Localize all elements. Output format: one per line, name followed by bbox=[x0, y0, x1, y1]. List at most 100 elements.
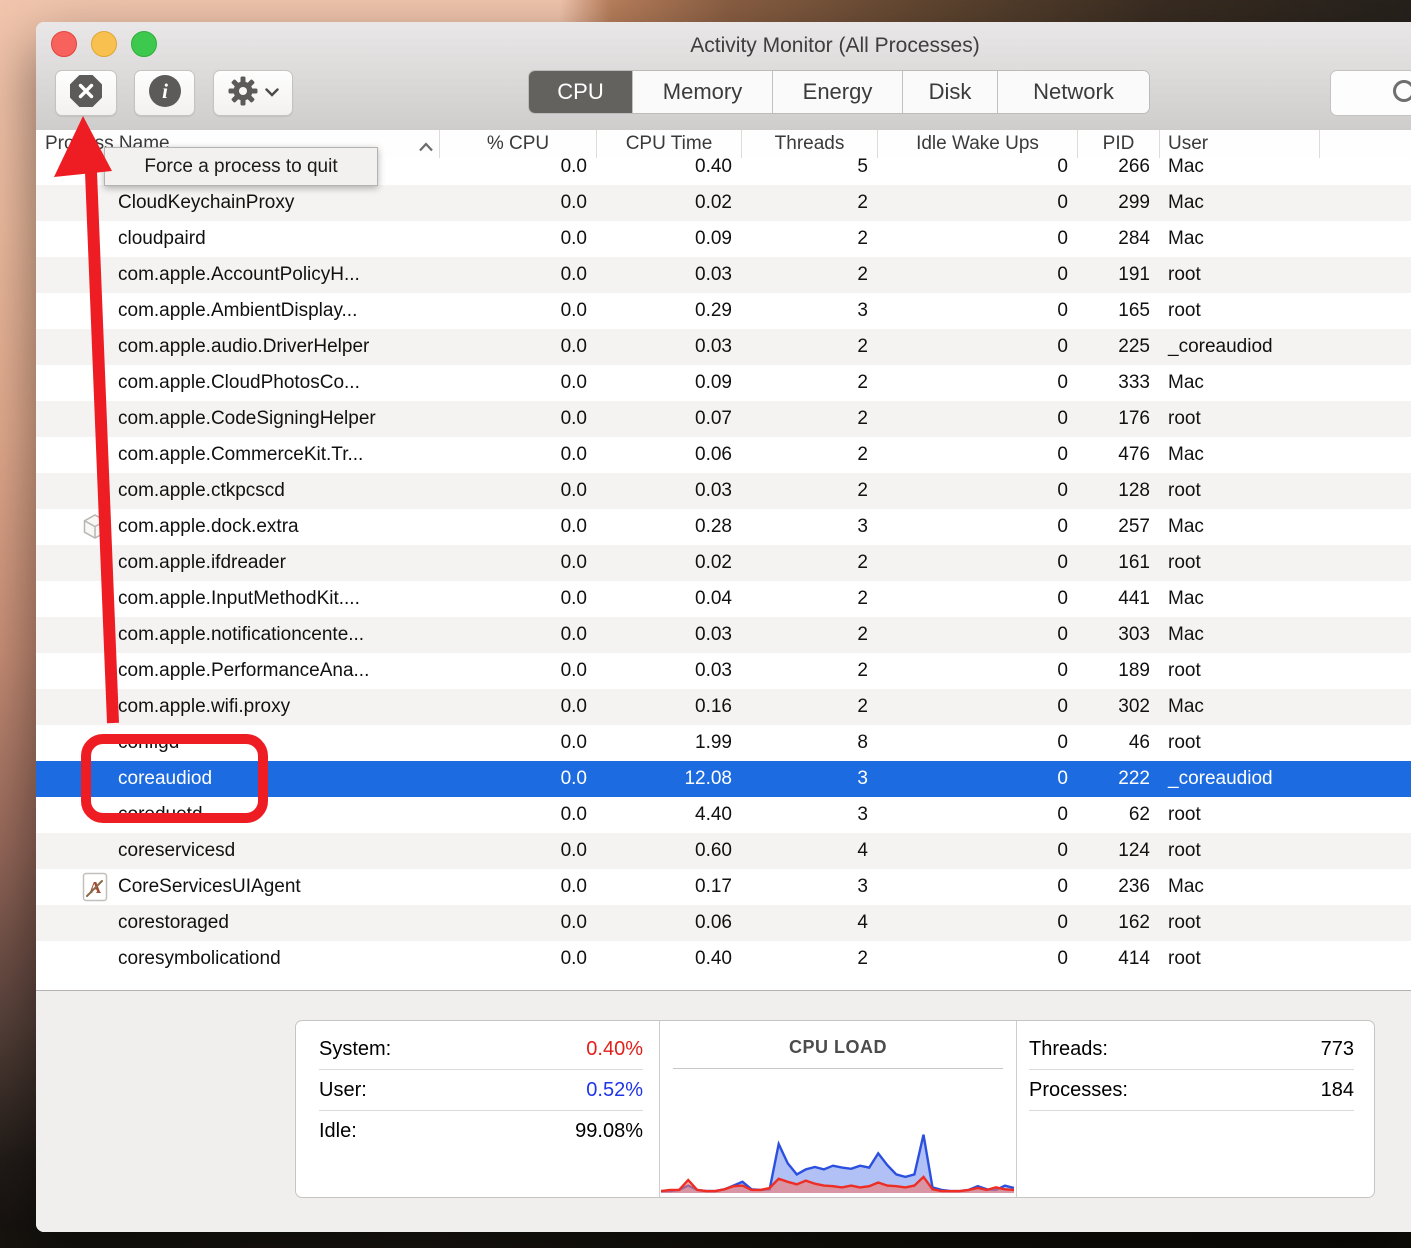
cell-user: root bbox=[1168, 293, 1201, 329]
cell-user: Mac bbox=[1168, 617, 1204, 653]
column-header-threads[interactable]: Threads bbox=[742, 130, 878, 158]
cell-cpu-percent: 0.0 bbox=[440, 293, 587, 329]
view-tabs: CPUMemoryEnergyDiskNetwork bbox=[528, 70, 1150, 114]
cell-user: root bbox=[1168, 941, 1201, 977]
force-quit-button[interactable] bbox=[55, 70, 117, 116]
table-row[interactable]: com.apple.wifi.proxy0.00.1620302Mac bbox=[36, 689, 1411, 725]
window-title: Activity Monitor (All Processes) bbox=[690, 34, 979, 58]
search-field[interactable] bbox=[1330, 70, 1411, 116]
cell-process-name: configd bbox=[118, 725, 179, 761]
table-row[interactable]: com.apple.ifdreader0.00.0220161root bbox=[36, 545, 1411, 581]
cell-process-name: coreservicesd bbox=[118, 833, 235, 869]
cell-process-name: com.apple.CodeSigningHelper bbox=[118, 401, 376, 437]
table-row[interactable]: coresymbolicationd0.00.4020414root bbox=[36, 941, 1411, 977]
cell-threads: 5 bbox=[742, 158, 868, 185]
minimize-button[interactable] bbox=[91, 31, 117, 57]
table-row[interactable]: com.apple.notificationcente...0.00.03203… bbox=[36, 617, 1411, 653]
cell-cpu-time: 0.02 bbox=[597, 545, 732, 581]
stat-value: 99.08% bbox=[575, 1111, 643, 1151]
cell-user: Mac bbox=[1168, 365, 1204, 401]
table-row[interactable]: coreservicesd0.00.6040124root bbox=[36, 833, 1411, 869]
cell-user: Mac bbox=[1168, 581, 1204, 617]
column-header-cpu-time[interactable]: CPU Time bbox=[597, 130, 742, 158]
stat-value: 184 bbox=[1321, 1070, 1354, 1110]
table-row[interactable]: corestoraged0.00.0640162root bbox=[36, 905, 1411, 941]
table-row[interactable]: com.apple.audio.DriverHelper0.00.0320225… bbox=[36, 329, 1411, 365]
tab-energy[interactable]: Energy bbox=[773, 71, 903, 113]
cell-pid: 303 bbox=[1078, 617, 1150, 653]
cell-cpu-percent: 0.0 bbox=[440, 329, 587, 365]
cell-process-name: com.apple.notificationcente... bbox=[118, 617, 364, 653]
table-row-selected[interactable]: coreaudiod0.012.0830222_coreaudiod bbox=[36, 761, 1411, 797]
cell-idle-wake-ups: 0 bbox=[878, 545, 1068, 581]
table-row[interactable]: com.apple.PerformanceAna...0.00.0320189r… bbox=[36, 653, 1411, 689]
table-row[interactable]: com.apple.ctkpcscd0.00.0320128root bbox=[36, 473, 1411, 509]
cell-process-name: com.apple.PerformanceAna... bbox=[118, 653, 369, 689]
table-row[interactable]: com.apple.AccountPolicyH...0.00.0320191r… bbox=[36, 257, 1411, 293]
cell-idle-wake-ups: 0 bbox=[878, 473, 1068, 509]
stat-row: User:0.52% bbox=[319, 1070, 643, 1111]
column-header-idle-wake-ups[interactable]: Idle Wake Ups bbox=[878, 130, 1078, 158]
stat-value: 0.52% bbox=[586, 1070, 643, 1110]
cell-process-name: CoreServicesUIAgent bbox=[118, 869, 301, 905]
table-row[interactable]: com.apple.dock.extra0.00.2830257Mac bbox=[36, 509, 1411, 545]
table-row[interactable]: com.apple.CloudPhotosCo...0.00.0920333Ma… bbox=[36, 365, 1411, 401]
cell-cpu-time: 4.40 bbox=[597, 797, 732, 833]
cell-threads: 2 bbox=[742, 401, 868, 437]
cell-cpu-time: 0.02 bbox=[597, 185, 732, 221]
table-row[interactable]: coreduetd0.04.403062root bbox=[36, 797, 1411, 833]
desktop-wallpaper-rock bbox=[560, 0, 1411, 24]
zoom-button[interactable] bbox=[131, 31, 157, 57]
cell-pid: 62 bbox=[1078, 797, 1150, 833]
cell-cpu-time: 0.09 bbox=[597, 365, 732, 401]
table-row[interactable]: CloudKeychainProxy0.00.0220299Mac bbox=[36, 185, 1411, 221]
cell-threads: 2 bbox=[742, 545, 868, 581]
cell-cpu-percent: 0.0 bbox=[440, 221, 587, 257]
column-header--cpu[interactable]: % CPU bbox=[440, 130, 597, 158]
stat-row: System:0.40% bbox=[319, 1029, 643, 1070]
cell-cpu-percent: 0.0 bbox=[440, 437, 587, 473]
column-header-user[interactable]: User bbox=[1160, 130, 1320, 158]
inspect-button[interactable]: i bbox=[134, 70, 195, 116]
tab-network[interactable]: Network bbox=[998, 71, 1149, 113]
cell-threads: 2 bbox=[742, 257, 868, 293]
cell-idle-wake-ups: 0 bbox=[878, 293, 1068, 329]
gear-icon bbox=[227, 75, 259, 112]
cell-idle-wake-ups: 0 bbox=[878, 689, 1068, 725]
table-row[interactable]: configd0.01.998046root bbox=[36, 725, 1411, 761]
cell-user: _coreaudiod bbox=[1168, 761, 1273, 797]
table-row[interactable]: com.apple.InputMethodKit....0.00.0420441… bbox=[36, 581, 1411, 617]
cell-process-name: com.apple.ifdreader bbox=[118, 545, 286, 581]
app-document-icon: A bbox=[80, 872, 110, 902]
thread-process-stats: Threads:773Processes:184 bbox=[1016, 1029, 1374, 1111]
cell-pid: 189 bbox=[1078, 653, 1150, 689]
cell-user: _coreaudiod bbox=[1168, 329, 1273, 365]
cell-process-name: coresymbolicationd bbox=[118, 941, 281, 977]
table-row[interactable]: cloudpaird0.00.0920284Mac bbox=[36, 221, 1411, 257]
column-header-pid[interactable]: PID bbox=[1078, 130, 1160, 158]
actions-menu-button[interactable] bbox=[213, 70, 293, 116]
cell-threads: 2 bbox=[742, 581, 868, 617]
tab-memory[interactable]: Memory bbox=[633, 71, 773, 113]
close-button[interactable] bbox=[51, 31, 77, 57]
table-row[interactable]: A CoreServicesUIAgent0.00.1730236Mac bbox=[36, 869, 1411, 905]
cell-idle-wake-ups: 0 bbox=[878, 905, 1068, 941]
cell-pid: 414 bbox=[1078, 941, 1150, 977]
stat-value: 0.40% bbox=[586, 1029, 643, 1069]
table-row[interactable]: com.apple.AmbientDisplay...0.00.2930165r… bbox=[36, 293, 1411, 329]
table-row[interactable]: com.apple.CodeSigningHelper0.00.0720176r… bbox=[36, 401, 1411, 437]
cell-cpu-percent: 0.0 bbox=[440, 545, 587, 581]
chevron-down-icon bbox=[265, 84, 279, 102]
tab-cpu[interactable]: CPU bbox=[529, 71, 633, 113]
cell-cpu-percent: 0.0 bbox=[440, 653, 587, 689]
cell-cpu-time: 1.99 bbox=[597, 725, 732, 761]
inspect-info-icon: i bbox=[149, 75, 181, 112]
cell-process-name: cloudpaird bbox=[118, 221, 206, 257]
cell-idle-wake-ups: 0 bbox=[878, 185, 1068, 221]
cell-user: Mac bbox=[1168, 158, 1204, 185]
tab-disk[interactable]: Disk bbox=[903, 71, 998, 113]
table-row[interactable]: com.apple.CommerceKit.Tr...0.00.0620476M… bbox=[36, 437, 1411, 473]
cell-threads: 4 bbox=[742, 905, 868, 941]
cell-cpu-time: 0.06 bbox=[597, 905, 732, 941]
cell-pid: 161 bbox=[1078, 545, 1150, 581]
